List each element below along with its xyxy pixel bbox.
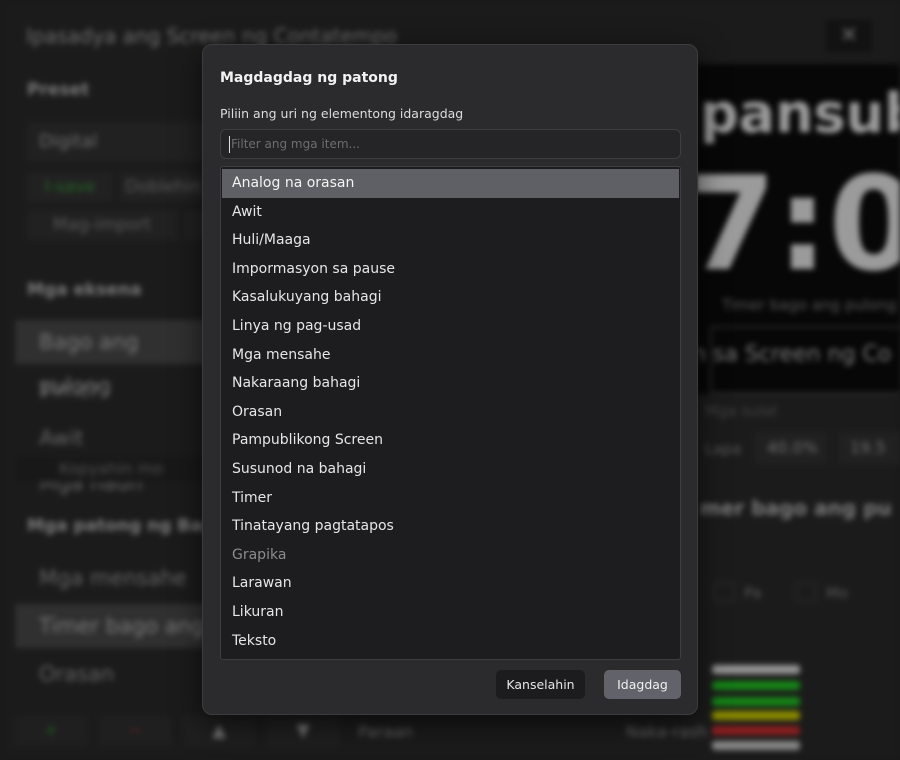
list-item[interactable]: Pampublikong Screen (222, 426, 679, 455)
list-item[interactable]: Nakaraang bahagi (222, 369, 679, 398)
list-item[interactable]: Impormasyon sa pause (222, 255, 679, 284)
list-item[interactable]: Linya ng pag-usad (222, 312, 679, 341)
list-item[interactable]: Mga mensahe (222, 341, 679, 370)
add-button[interactable]: Idagdag (604, 670, 681, 699)
list-item: Grapika (232, 546, 287, 563)
dialog-subtitle: Piliin ang uri ng elementong idaragdag (220, 106, 464, 121)
list-item[interactable]: Awit (222, 198, 679, 227)
list-item[interactable]: Analog na orasan (222, 169, 679, 198)
element-type-list[interactable]: Analog na orasan Awit Huli/Maaga Impormasyo… (220, 166, 681, 660)
list-item[interactable]: Orasan (222, 398, 679, 427)
list-item[interactable]: Kasalukuyang bahagi (222, 283, 679, 312)
list-item[interactable]: Timer (222, 484, 679, 513)
text-caret (229, 136, 230, 153)
list-item[interactable]: Likuran (222, 598, 679, 627)
list-item[interactable]: Tinatayang pagtatapos (222, 512, 679, 541)
list-item[interactable]: Teksto (222, 627, 679, 656)
filter-input[interactable] (220, 129, 681, 159)
list-item[interactable]: Susunod na bahagi (222, 455, 679, 484)
list-item[interactable]: Huli/Maaga (222, 226, 679, 255)
add-layer-dialog: Magdagdag ng patong Piliin ang uri ng el… (202, 44, 698, 715)
dialog-title: Magdagdag ng patong (220, 70, 398, 86)
list-item[interactable]: Larawan (222, 569, 679, 598)
cancel-button[interactable]: Kanselahin (496, 670, 585, 699)
